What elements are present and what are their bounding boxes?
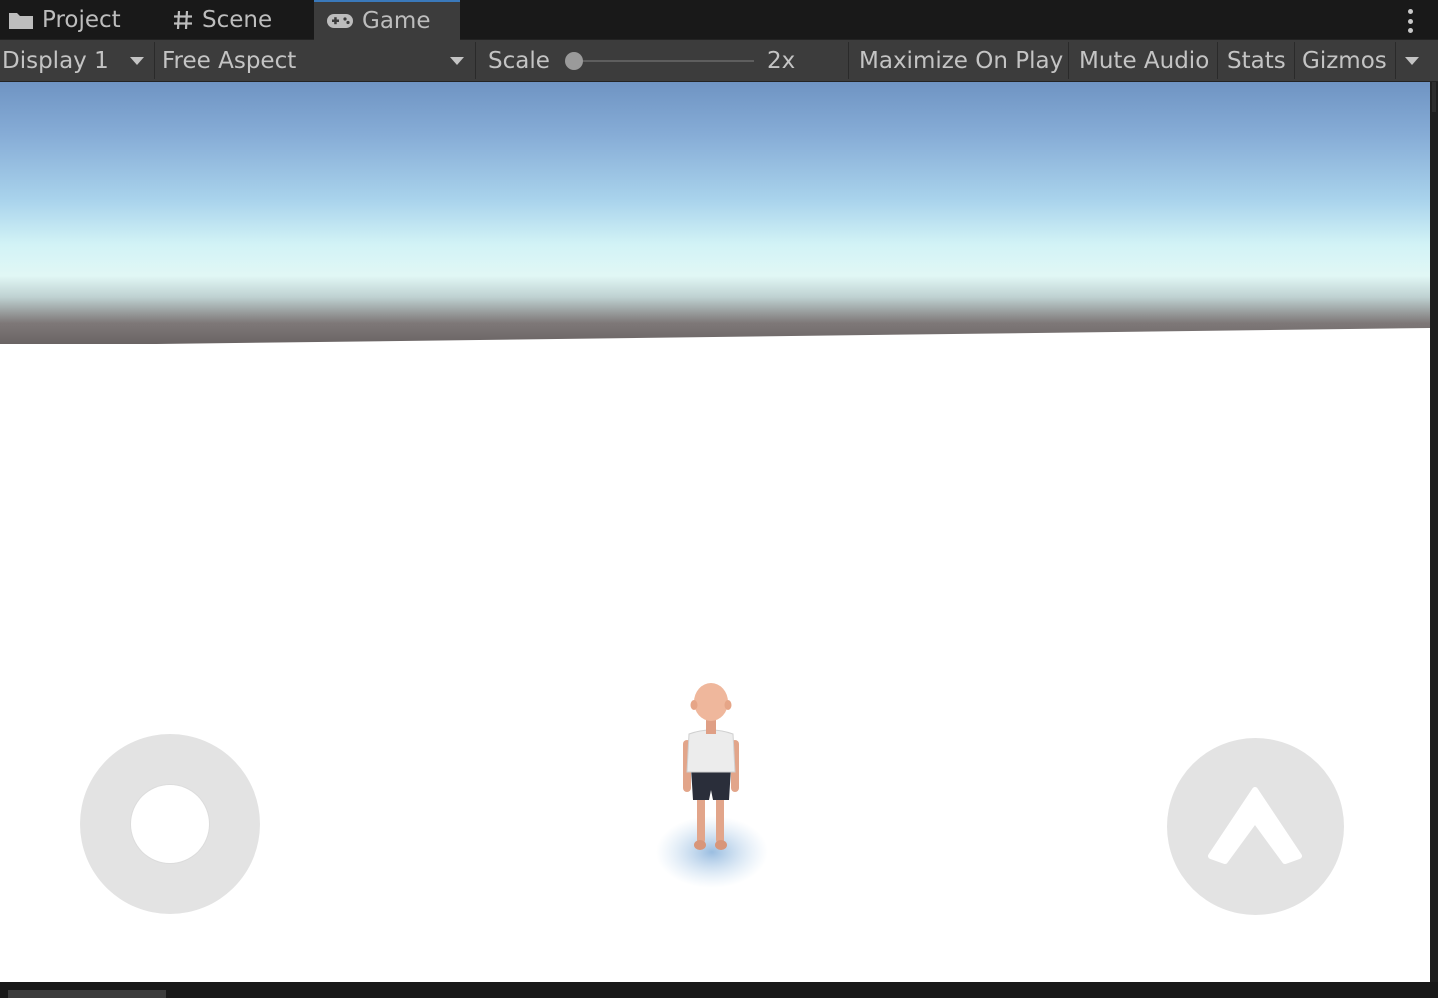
- player-character: [656, 683, 768, 888]
- display-dropdown[interactable]: Display 1: [2, 40, 152, 81]
- more-options-icon[interactable]: [1406, 9, 1414, 33]
- skybox: [0, 82, 1430, 344]
- tab-game[interactable]: Game: [314, 0, 460, 40]
- chevron-down-icon: [130, 57, 144, 65]
- vertical-scrollbar[interactable]: [1430, 82, 1438, 982]
- toolbar-divider: [1217, 42, 1218, 79]
- gamepad-icon: [326, 12, 354, 30]
- toolbar-divider: [475, 42, 476, 79]
- dock-tab-bar: Project Scene Game: [0, 0, 1438, 40]
- chevron-down-icon: [1405, 57, 1419, 65]
- gizmos-dropdown[interactable]: [1396, 40, 1436, 81]
- toolbar-divider: [1068, 42, 1069, 79]
- joystick-knob[interactable]: [131, 785, 209, 863]
- tab-project[interactable]: Project: [0, 0, 155, 40]
- bottom-panel-tab[interactable]: [8, 990, 166, 998]
- maximize-on-play-toggle[interactable]: Maximize On Play: [859, 40, 1063, 81]
- aspect-dropdown-label: Free Aspect: [162, 47, 297, 74]
- aspect-dropdown[interactable]: Free Aspect: [162, 40, 472, 81]
- tab-game-label: Game: [362, 8, 431, 34]
- scale-slider-handle[interactable]: [565, 52, 583, 70]
- scale-slider-track[interactable]: [574, 60, 754, 62]
- mute-audio-toggle[interactable]: Mute Audio: [1079, 40, 1209, 81]
- bottom-panel-strip: [0, 982, 1438, 998]
- stats-toggle[interactable]: Stats: [1227, 40, 1286, 81]
- scale-value: 2x: [767, 47, 796, 74]
- chevron-up-icon: [1208, 787, 1302, 864]
- toolbar-divider: [1294, 42, 1295, 79]
- display-dropdown-label: Display 1: [2, 47, 109, 74]
- scale-label: Scale: [488, 47, 550, 74]
- game-viewport[interactable]: [0, 82, 1430, 982]
- tab-scene[interactable]: Scene: [160, 0, 310, 40]
- jump-button[interactable]: [1167, 738, 1344, 915]
- joystick-icon[interactable]: [80, 734, 260, 914]
- tab-project-label: Project: [42, 7, 121, 33]
- gizmos-toggle[interactable]: Gizmos: [1302, 40, 1387, 81]
- chevron-down-icon: [450, 57, 464, 65]
- toolbar-divider: [154, 42, 155, 79]
- folder-icon: [8, 10, 34, 30]
- scrollbar-thumb[interactable]: [1432, 82, 1436, 112]
- tab-scene-label: Scene: [202, 7, 273, 33]
- toolbar-divider: [848, 42, 849, 79]
- hash-grid-icon: [172, 9, 194, 31]
